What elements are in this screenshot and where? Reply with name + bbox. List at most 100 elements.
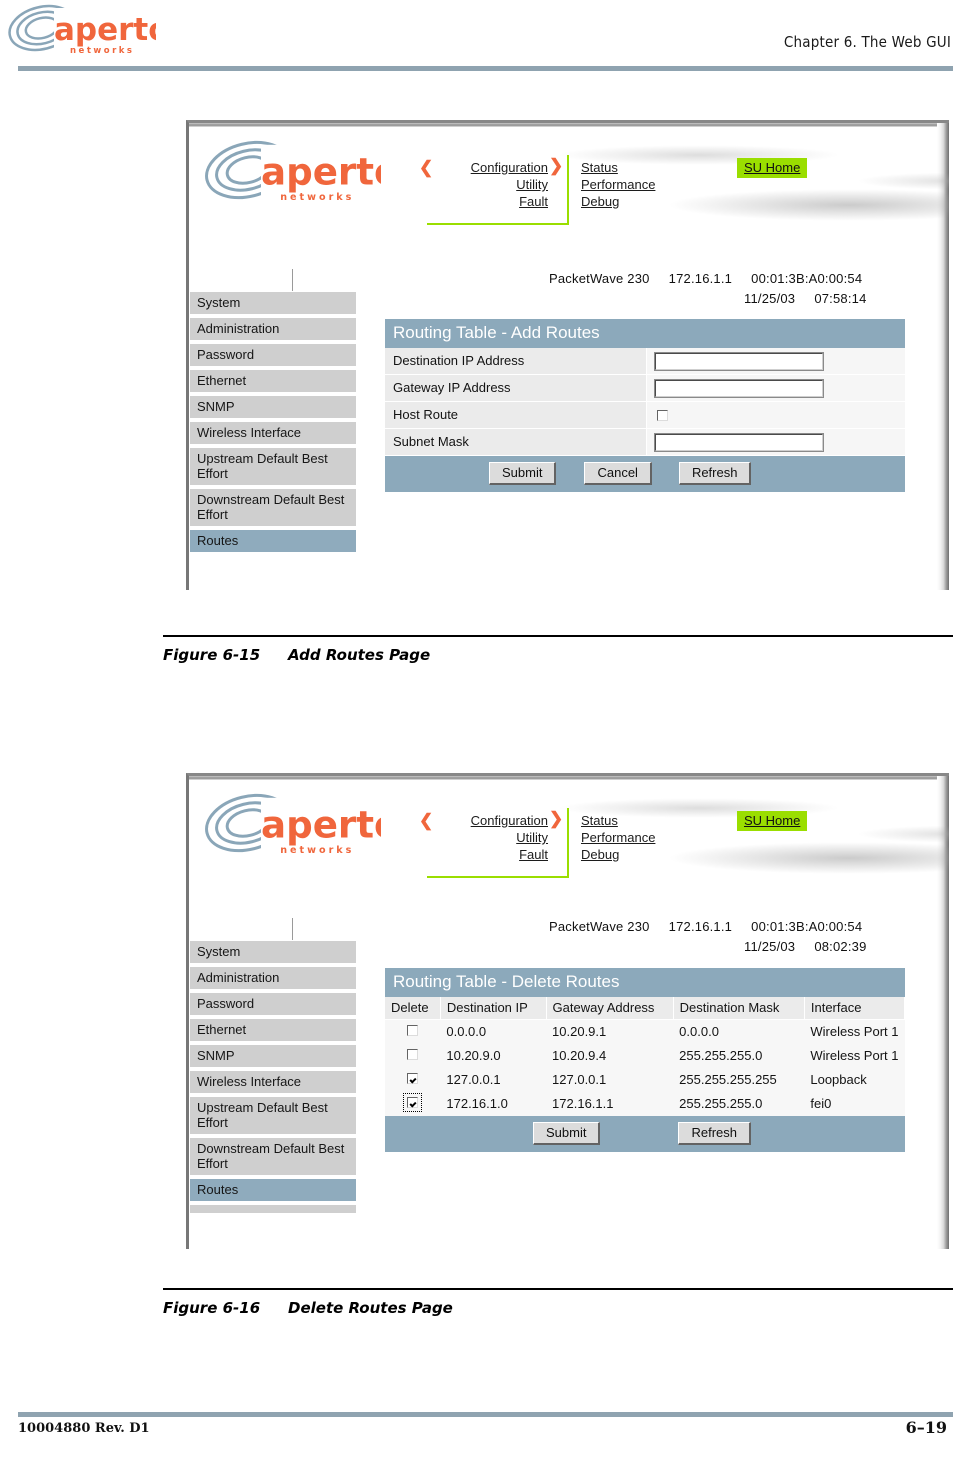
sidebar-item-snmp-2[interactable]: SNMP — [189, 1044, 357, 1068]
table-row: 0.0.0.0 10.20.9.1 0.0.0.0 Wireless Port … — [385, 1019, 905, 1044]
sidebar-item-wireless-interface-2[interactable]: Wireless Interface — [189, 1070, 357, 1094]
row-delete-cell — [385, 1044, 441, 1068]
row-interface: fei0 — [804, 1092, 905, 1116]
screenshot-delete-routes: aperto networks ❮ ❯ Configuration Utilit… — [186, 773, 949, 1249]
su-home-link[interactable]: SU Home — [737, 158, 808, 178]
sidebar-item-administration[interactable]: Administration — [189, 317, 357, 341]
nav-left-bracket-icon-2: ❮ — [419, 811, 434, 830]
nav-column-configuration: Configuration Utility Fault — [433, 159, 548, 210]
nav-link-fault[interactable]: Fault — [433, 193, 548, 210]
nav-link-debug[interactable]: Debug — [581, 193, 701, 210]
refresh-button[interactable]: Refresh — [678, 462, 752, 485]
sidebar-item-system[interactable]: System — [189, 291, 357, 315]
field-destination-ip-cell — [647, 348, 905, 375]
row-gateway-address: 10.20.9.4 — [546, 1044, 674, 1068]
field-subnet-mask-cell — [647, 429, 905, 456]
row-destination-mask: 255.255.255.255 — [673, 1068, 805, 1092]
nav-divider-vertical-2 — [567, 808, 569, 878]
host-route-checkbox[interactable] — [657, 409, 668, 421]
device-date: 11/25/03 — [744, 291, 796, 306]
page-header: aperto networks Chapter 6. The Web GUI — [0, 0, 953, 72]
label-gateway-ip: Gateway IP Address — [385, 375, 647, 402]
row-delete-checkbox[interactable] — [407, 1025, 419, 1036]
row-delete-checkbox[interactable] — [403, 1093, 423, 1112]
submit-button[interactable]: Submit — [489, 462, 557, 485]
sidebar-item-administration-2[interactable]: Administration — [189, 966, 357, 990]
row-gateway-address: 127.0.0.1 — [546, 1068, 674, 1092]
table-row: 172.16.1.0 172.16.1.1 255.255.255.0 fei0 — [385, 1092, 905, 1116]
svg-text:aperto: aperto — [261, 802, 381, 846]
col-destination-ip: Destination IP — [440, 997, 547, 1020]
sidebar-item-downstream-default-best-effort[interactable]: Downstream Default Best Effort — [189, 488, 357, 527]
sidebar-item-routes-2[interactable]: Routes — [189, 1178, 357, 1202]
gateway-ip-input[interactable] — [654, 378, 824, 398]
sidebar-item-wireless-interface[interactable]: Wireless Interface — [189, 421, 357, 445]
sidebar-item-upstream-default-best-effort-2[interactable]: Upstream Default Best Effort — [189, 1096, 357, 1135]
table-row: 10.20.9.0 10.20.9.4 255.255.255.0 Wirele… — [385, 1044, 905, 1068]
sidebar-item-password-2[interactable]: Password — [189, 992, 357, 1016]
su-home-link-2[interactable]: SU Home — [737, 811, 808, 831]
col-delete: Delete — [385, 997, 441, 1020]
device-time-2: 08:02:39 — [814, 939, 867, 954]
nav-link-status[interactable]: Status — [581, 159, 701, 176]
nav-link-configuration[interactable]: Configuration — [433, 159, 548, 176]
label-host-route: Host Route — [385, 402, 647, 429]
sidebar-item-upstream-default-best-effort[interactable]: Upstream Default Best Effort — [189, 447, 357, 486]
nav-link-status-2[interactable]: Status — [581, 812, 701, 829]
nav-column-status-2: Status Performance Debug — [581, 812, 701, 863]
device-ip-2: 172.16.1.1 — [668, 919, 733, 934]
device-ip: 172.16.1.1 — [668, 271, 733, 286]
submit-button-2[interactable]: Submit — [533, 1122, 601, 1145]
row-gateway-address: 10.20.9.1 — [546, 1019, 674, 1044]
nav-left-bracket-icon: ❮ — [419, 158, 434, 177]
sidebar-item-system-2[interactable]: System — [189, 940, 357, 964]
nav-link-debug-2[interactable]: Debug — [581, 846, 701, 863]
row-destination-mask: 255.255.255.0 — [673, 1092, 805, 1116]
figure-title-2: Delete Routes Page — [288, 1299, 453, 1317]
aperto-logo-gui-2: aperto networks — [201, 790, 400, 862]
form-row-host-route: Host Route — [385, 402, 905, 429]
nav-link-utility-2[interactable]: Utility — [433, 829, 548, 846]
table-header-row: Delete Destination IP Gateway Address De… — [385, 997, 906, 1020]
nav-link-utility[interactable]: Utility — [433, 176, 548, 193]
device-info-line1: PacketWave 230 172.16.1.1 00:01:3B:A0:00… — [549, 271, 862, 286]
chapter-title: Chapter 6. The Web GUI — [783, 33, 951, 51]
row-delete-cell — [385, 1019, 441, 1044]
row-destination-ip: 10.20.9.0 — [440, 1044, 547, 1068]
device-info-line2-2: 11/25/03 08:02:39 — [744, 939, 867, 954]
device-model: PacketWave 230 — [549, 271, 650, 286]
form-row-subnet-mask: Subnet Mask — [385, 429, 905, 456]
sidebar-menu: System Administration Password Ethernet … — [189, 291, 357, 555]
svg-text:networks: networks — [280, 845, 354, 856]
cancel-button[interactable]: Cancel — [584, 462, 652, 485]
sidebar-item-ethernet[interactable]: Ethernet — [189, 369, 357, 393]
sidebar-item-password[interactable]: Password — [189, 343, 357, 367]
add-routes-button-bar: Submit Cancel Refresh — [385, 456, 905, 492]
subnet-mask-input[interactable] — [654, 432, 824, 452]
sidebar-item-downstream-default-best-effort-2[interactable]: Downstream Default Best Effort — [189, 1137, 357, 1176]
browser-topbar — [189, 123, 937, 127]
sidebar-item-snmp[interactable]: SNMP — [189, 395, 357, 419]
nav-link-configuration-2[interactable]: Configuration — [433, 812, 548, 829]
refresh-button-2[interactable]: Refresh — [678, 1122, 751, 1145]
nav-column-configuration-2: Configuration Utility Fault — [433, 812, 548, 863]
nav-right-bracket-icon-2: ❯ — [549, 809, 564, 828]
destination-ip-input[interactable] — [654, 351, 824, 371]
nav-link-fault-2[interactable]: Fault — [433, 846, 548, 863]
col-gateway-address: Gateway Address — [546, 997, 674, 1020]
delete-routes-panel: Routing Table - Delete Routes Delete Des… — [385, 968, 906, 1152]
form-row-destination-ip: Destination IP Address — [385, 348, 905, 375]
figure-caption-2: Figure 6-16 Delete Routes Page — [163, 1299, 453, 1317]
device-time: 07:58:14 — [814, 291, 867, 306]
sidebar-item-ethernet-2[interactable]: Ethernet — [189, 1018, 357, 1042]
row-delete-checkbox[interactable] — [407, 1073, 419, 1084]
sidebar-item-partial-cutoff[interactable] — [189, 1204, 357, 1214]
nav-divider-horizontal-2 — [427, 876, 569, 878]
sidebar-item-routes[interactable]: Routes — [189, 529, 357, 553]
device-model-2: PacketWave 230 — [549, 919, 650, 934]
row-delete-checkbox[interactable] — [407, 1049, 419, 1060]
aperto-logo-doc: aperto networks — [6, 4, 170, 59]
nav-link-performance-2[interactable]: Performance — [581, 829, 701, 846]
header-rule — [18, 66, 953, 71]
nav-link-performance[interactable]: Performance — [581, 176, 701, 193]
